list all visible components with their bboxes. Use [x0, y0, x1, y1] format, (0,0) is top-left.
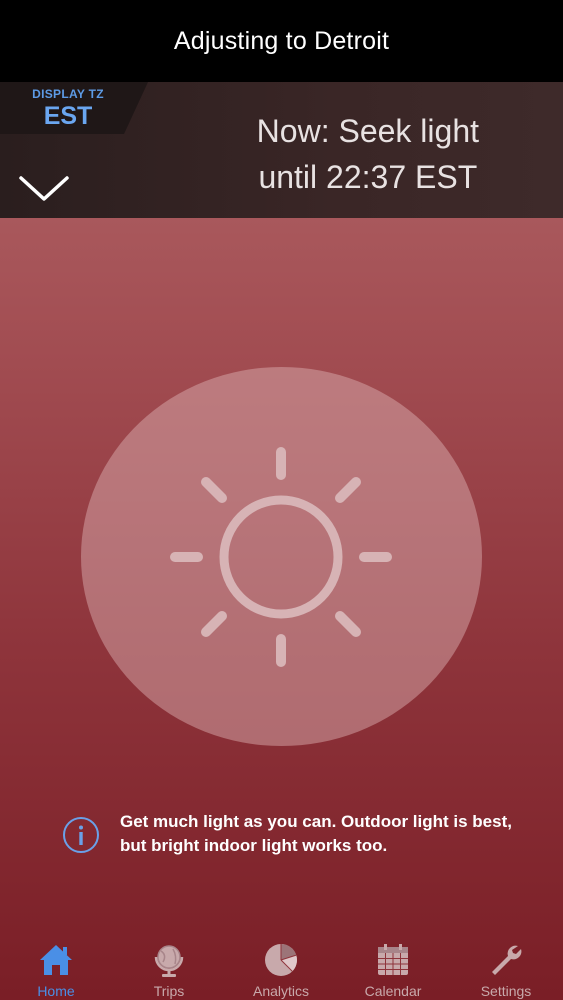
chevron-down-icon[interactable]	[16, 174, 72, 204]
status-panel: DISPLAY TZ EST Now: Seek light until 22:…	[0, 82, 563, 218]
timezone-value: EST	[43, 102, 93, 130]
home-icon	[38, 942, 74, 978]
tip-text: Get much light as you can. Outdoor light…	[120, 810, 540, 858]
tab-settings[interactable]: Settings	[451, 936, 561, 1000]
tab-calendar[interactable]: Calendar	[338, 936, 448, 1000]
tab-label-settings: Settings	[480, 983, 532, 999]
timezone-caption: DISPLAY TZ	[32, 87, 104, 101]
light-indicator	[81, 367, 482, 746]
tab-analytics[interactable]: Analytics	[226, 936, 336, 1000]
advice-line-1: Now: Seek light	[256, 113, 479, 149]
tab-home[interactable]: Home	[1, 936, 111, 1000]
tab-label-trips: Trips	[153, 983, 185, 999]
display-timezone-selector[interactable]: DISPLAY TZ EST	[0, 82, 148, 134]
globe-icon	[151, 942, 187, 978]
advice-tip: Get much light as you can. Outdoor light…	[62, 810, 542, 870]
tip-line-2: but bright indoor light works too.	[120, 836, 388, 855]
current-advice: Now: Seek light until 22:37 EST	[257, 108, 479, 200]
screen: Adjusting to Detroit DISPLAY TZ EST Now:…	[0, 0, 563, 1000]
advice-line-2: until 22:37 EST	[258, 159, 478, 195]
tab-bar: Home Trips Analytics Calendar Settings	[0, 936, 563, 1000]
tip-line-1: Get much light as you can. Outdoor light…	[120, 812, 512, 831]
wrench-icon	[488, 942, 524, 978]
page-title: Adjusting to Detroit	[173, 26, 390, 55]
title-bar: Adjusting to Detroit	[0, 0, 563, 82]
info-icon	[62, 816, 100, 854]
calendar-icon	[375, 942, 411, 978]
tab-label-analytics: Analytics	[252, 983, 310, 999]
pie-chart-icon	[263, 942, 299, 978]
tab-trips[interactable]: Trips	[114, 936, 224, 1000]
sun-icon	[170, 447, 392, 667]
tab-label-home: Home	[37, 983, 75, 999]
tab-label-calendar: Calendar	[364, 983, 422, 999]
